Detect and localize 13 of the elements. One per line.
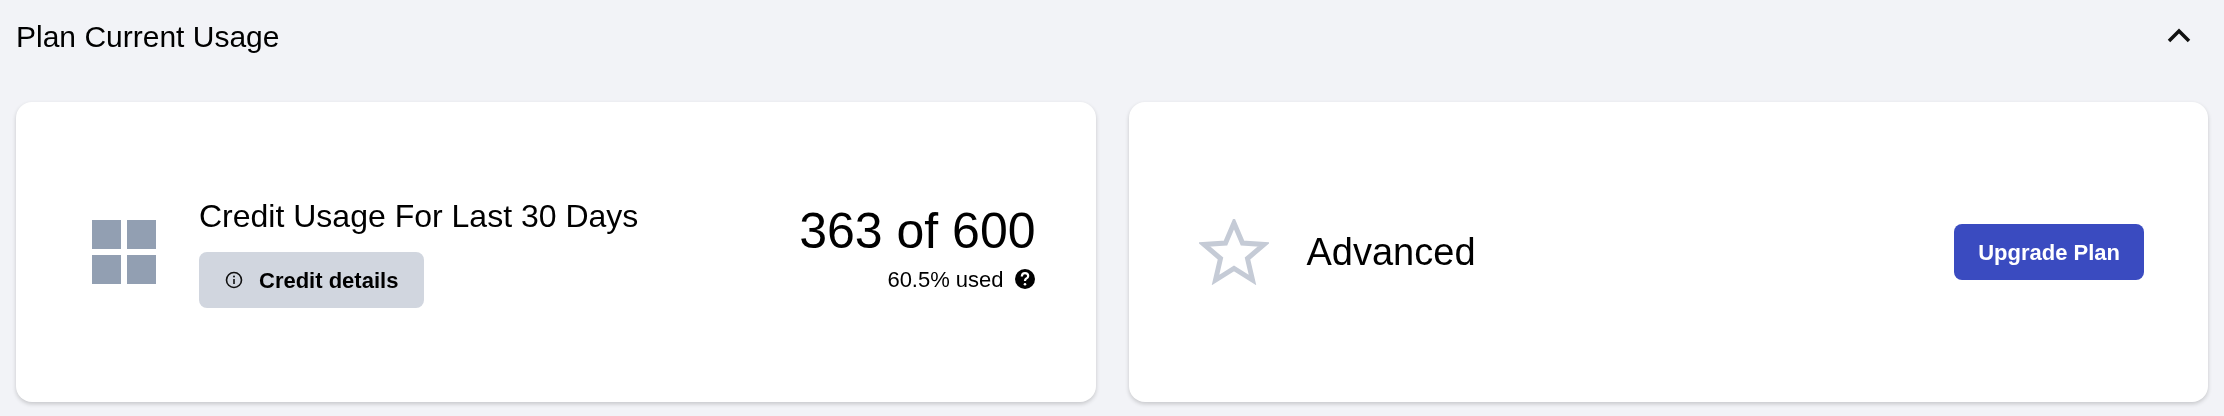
used-label: used	[955, 265, 1004, 294]
usage-percent: 60.5%	[887, 265, 950, 294]
upgrade-plan-button[interactable]: Upgrade Plan	[1954, 224, 2144, 280]
info-icon	[225, 271, 243, 289]
chevron-up-icon[interactable]	[2166, 28, 2192, 44]
usage-title: Credit Usage For Last 30 Days	[199, 197, 639, 236]
grid-icon	[92, 220, 156, 284]
usage-total: 363 of 600	[799, 201, 1036, 261]
section-title: Plan Current Usage	[16, 18, 280, 55]
help-icon[interactable]	[1013, 268, 1036, 290]
plan-name: Advanced	[1306, 229, 1476, 275]
credit-details-button[interactable]: Credit details	[199, 252, 425, 308]
star-icon	[1198, 219, 1269, 285]
